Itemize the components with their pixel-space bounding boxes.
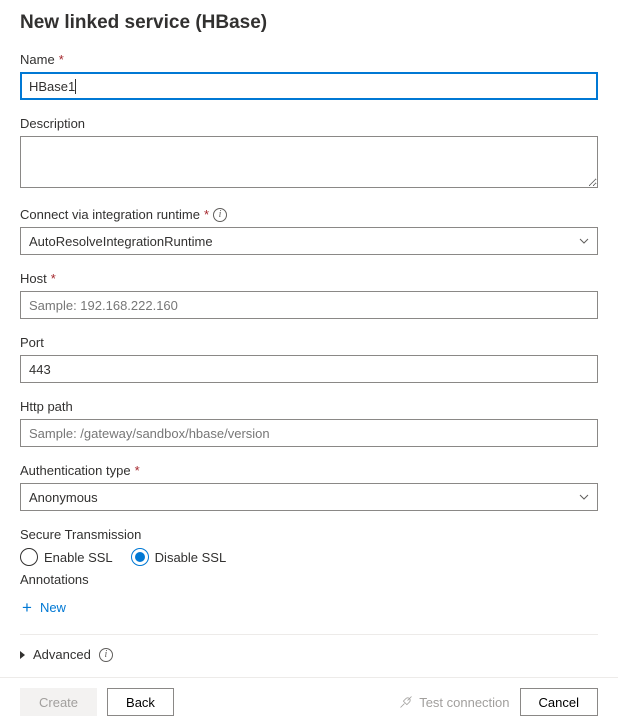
triangle-right-icon bbox=[20, 651, 25, 659]
footer: Create Back Test connection Cancel bbox=[0, 677, 618, 726]
runtime-select[interactable]: AutoResolveIntegrationRuntime bbox=[20, 227, 598, 255]
info-icon[interactable]: i bbox=[213, 208, 227, 222]
test-connection-button: Test connection bbox=[399, 695, 509, 710]
name-label: Name* bbox=[20, 52, 598, 67]
port-label: Port bbox=[20, 335, 598, 350]
plug-icon bbox=[399, 695, 413, 709]
add-annotation-button[interactable]: + New bbox=[20, 593, 68, 622]
radio-enable-ssl-label: Enable SSL bbox=[44, 550, 113, 565]
runtime-label: Connect via integration runtime* i bbox=[20, 207, 598, 222]
divider bbox=[20, 634, 598, 635]
host-label: Host* bbox=[20, 271, 598, 286]
plus-icon: + bbox=[22, 599, 32, 616]
back-button[interactable]: Back bbox=[107, 688, 174, 716]
chevron-down-icon bbox=[579, 492, 589, 502]
annotations-label: Annotations bbox=[20, 572, 598, 587]
chevron-down-icon bbox=[579, 236, 589, 246]
create-button: Create bbox=[20, 688, 97, 716]
radio-disable-ssl-label: Disable SSL bbox=[155, 550, 227, 565]
port-input[interactable] bbox=[20, 355, 598, 383]
name-input[interactable]: HBase1 bbox=[20, 72, 598, 100]
host-input[interactable] bbox=[20, 291, 598, 319]
secure-transmission-label: Secure Transmission bbox=[20, 527, 598, 542]
authtype-select[interactable]: Anonymous bbox=[20, 483, 598, 511]
advanced-toggle[interactable]: Advanced i bbox=[20, 647, 598, 662]
httppath-input[interactable] bbox=[20, 419, 598, 447]
httppath-label: Http path bbox=[20, 399, 598, 414]
cancel-button[interactable]: Cancel bbox=[520, 688, 598, 716]
info-icon[interactable]: i bbox=[99, 648, 113, 662]
page-title: New linked service (HBase) bbox=[20, 12, 598, 34]
description-label: Description bbox=[20, 116, 598, 131]
radio-disable-ssl[interactable]: Disable SSL bbox=[131, 548, 227, 566]
radio-enable-ssl[interactable]: Enable SSL bbox=[20, 548, 113, 566]
authtype-label: Authentication type* bbox=[20, 463, 598, 478]
description-input[interactable] bbox=[20, 136, 598, 188]
